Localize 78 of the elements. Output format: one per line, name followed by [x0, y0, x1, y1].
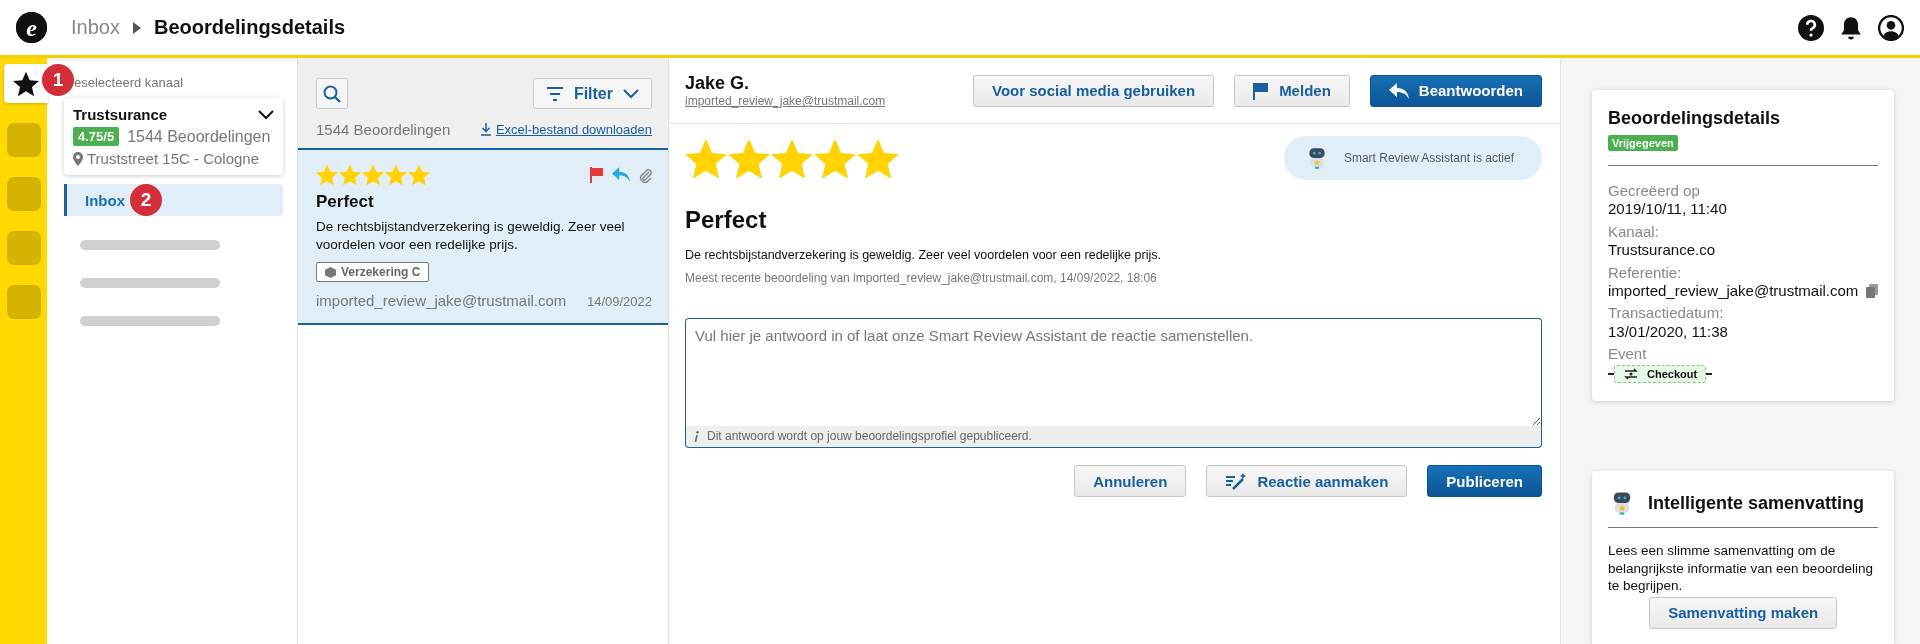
breadcrumb-link[interactable]: Inbox [71, 16, 120, 39]
review-title: Perfect [316, 192, 375, 212]
reviewer-email: imported_review_jake@trustmail.com [685, 94, 887, 108]
swap-icon [1623, 368, 1639, 381]
rating-badge: 4.75/5 [73, 127, 120, 146]
reviewer-name: Jake G. [685, 73, 751, 94]
step-marker: 1 [42, 64, 74, 96]
search-icon [323, 84, 341, 103]
create-summary-button[interactable]: Samenvatting maken [1649, 596, 1838, 629]
help-icon[interactable] [1798, 14, 1824, 41]
star-icon [408, 164, 430, 186]
field-label: Transactiedatum: [1608, 304, 1725, 322]
chevron-icon [131, 21, 142, 34]
product-tag: Verzekering C [316, 262, 430, 283]
cancel-button[interactable]: Annuleren [1074, 465, 1187, 497]
logo[interactable]: e [16, 12, 47, 43]
star-icon [814, 138, 856, 180]
star-icon [316, 164, 338, 186]
review-text: De rechtsbijstandverzekering is geweldig. Zeer veel voordelen voor een redelijke prijs. [685, 248, 1162, 262]
field-label: Referentie: [1608, 263, 1683, 281]
filter-button[interactable]: Filter [532, 78, 652, 109]
publish-button[interactable]: Publiceren [1427, 465, 1542, 497]
channel-name: Trustsurance [73, 106, 169, 123]
magic-wand-icon [1225, 472, 1248, 490]
report-button[interactable]: Melden [1234, 74, 1350, 107]
star-icon [857, 138, 899, 180]
card-title: Beoordelingsdetails [1608, 108, 1782, 129]
copy-icon[interactable] [1866, 283, 1879, 298]
field-value: 2019/10/11, 11:40 [1608, 199, 1727, 219]
generate-reply-button[interactable]: Reactie aanmaken [1206, 465, 1408, 497]
star-icon [685, 138, 727, 180]
review-meta: Meest recente beoordeling van imported_review_jake@trustmail.com, 14/09/2022, 18:06 [685, 271, 1158, 285]
chevron-down-icon [623, 88, 639, 99]
summary-description: Lees een slimme samenvatting om de belangrijkste informatie van een beoordeling te begrijpen. [1608, 542, 1874, 595]
section-label: eselecteerd kanaal [74, 75, 185, 90]
channel-address: Truststreet 15C - Cologne [87, 150, 260, 167]
flag-icon [1253, 81, 1270, 100]
publish-note: Dit antwoord wordt op jouw beoordelingsprofiel gepubliceerd. [707, 429, 1032, 443]
review-title: Perfect [685, 206, 768, 234]
search-button[interactable] [316, 78, 348, 109]
chevron-down-icon[interactable] [258, 109, 274, 120]
download-link[interactable]: Excel-bestand downloaden [479, 122, 652, 137]
user-icon[interactable] [1878, 14, 1904, 41]
field-value: Trustsurance.co [1608, 240, 1715, 260]
review-date: 14/09/2022 [586, 294, 652, 310]
review-item[interactable]: Perfect De rechtsbijstandverzekering is geweldig. Zeer veel voordelen voor een redelijke prijs. Verzekering C imported_review_jake@trustmail.com 14/09/2022 [298, 148, 668, 326]
review-text: De rechtsbijstandverzekering is geweldig. Zeer veel voordelen voor een redelijke prijs. [316, 218, 626, 255]
filter-icon [545, 86, 564, 101]
star-icon [385, 164, 407, 186]
info-icon [694, 430, 699, 442]
event-chip: Checkout [1614, 365, 1707, 384]
star-icon [339, 164, 361, 186]
star-icon [13, 70, 39, 97]
assistant-status-text: Smart Review Assistant is actief [1343, 151, 1514, 165]
reply-icon [1388, 82, 1409, 99]
field-label: Event [1608, 345, 1648, 363]
rail-tab[interactable] [4, 64, 48, 103]
download-icon [479, 123, 492, 136]
star-icon [362, 164, 384, 186]
status-badge: Vrijgegeven [1608, 135, 1678, 151]
location-pin-icon [73, 151, 83, 166]
card-title: Intelligente samenvatting [1648, 492, 1865, 514]
box-icon [325, 266, 336, 278]
review-author: imported_review_jake@trustmail.com [316, 292, 567, 310]
social-media-button[interactable]: Voor social media gebruiken [973, 74, 1215, 107]
page-title: Beoordelingsdetails [153, 16, 346, 39]
field-value: 13/01/2020, 11:38 [1608, 321, 1728, 341]
star-icon [771, 138, 813, 180]
review-count: 1544 Beoordelingen [316, 121, 451, 138]
field-label: Gecreëerd op [1608, 182, 1701, 200]
reply-button[interactable]: Beantwoorden [1369, 74, 1542, 107]
bell-icon[interactable] [1838, 14, 1864, 41]
field-label: Kanaal: [1608, 222, 1660, 240]
star-icon [728, 138, 770, 180]
review-count: 1544 Beoordelingen [127, 127, 271, 146]
channel-card[interactable]: Trustsurance 4.75/5 1544 Beoordelingen Truststreet 15C - Cologne [64, 98, 283, 175]
reply-field[interactable]: Vul hier je antwoord in of laat onze Smart Review Assistant de reactie samenstellen. [685, 318, 1542, 426]
field-value: imported_review_jake@trustmail.com [1608, 280, 1859, 301]
